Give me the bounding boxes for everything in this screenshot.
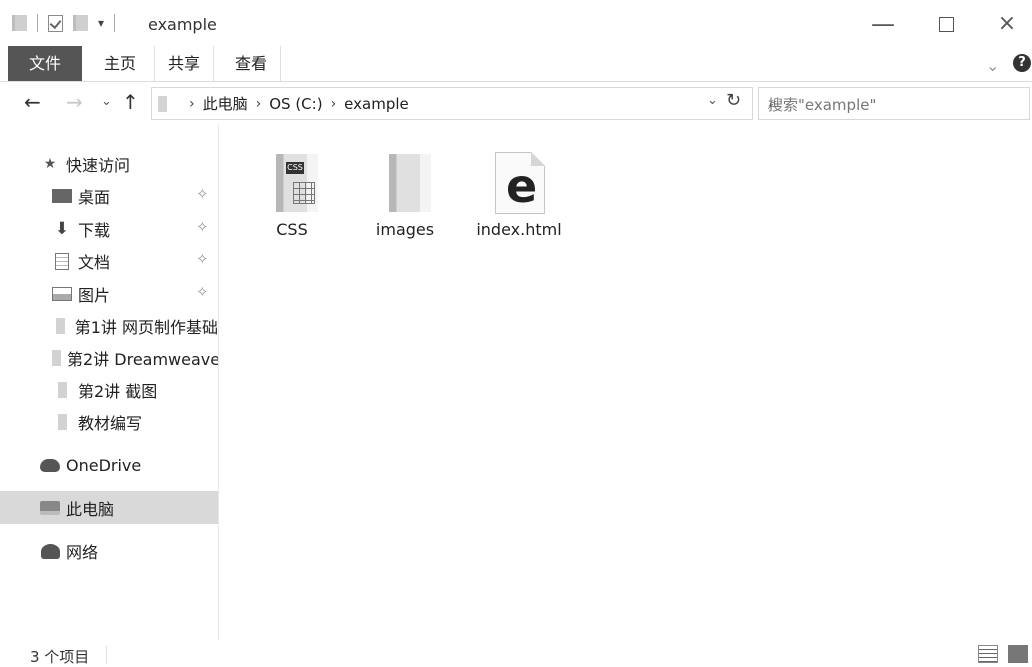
sidebar-item-label: 第2讲 截图	[78, 382, 158, 401]
file-list: CSS CSS images e index.html	[219, 124, 1032, 640]
forward-button[interactable]: →	[66, 90, 83, 114]
file-name: images	[375, 220, 435, 239]
search-input[interactable]: 搜索"example" ⌕	[758, 87, 1030, 120]
computer-icon	[40, 500, 60, 515]
search-placeholder: 搜索"example"	[768, 96, 877, 114]
sidebar-item-onedrive[interactable]: OneDrive	[0, 451, 218, 479]
sidebar-item-label: 下载	[78, 221, 111, 240]
sidebar-item-network[interactable]: 网络	[0, 537, 218, 565]
sidebar-item-lesson-1[interactable]: 第1讲 网页制作基础	[0, 312, 218, 340]
breadcrumb-separator: ›	[330, 95, 337, 112]
folder-icon	[158, 95, 167, 112]
tab-share[interactable]: 共享	[154, 46, 215, 81]
document-icon	[52, 252, 72, 270]
up-button[interactable]: ↑	[122, 90, 139, 114]
breadcrumb-separator: ›	[189, 95, 195, 112]
sidebar-item-documents[interactable]: 文档 ✧	[0, 247, 218, 275]
sidebar-item-label: OneDrive	[66, 455, 142, 475]
file-item-index-html[interactable]: e index.html	[469, 132, 569, 239]
navigation-pane: ★ 快速访问 桌面 ✧ ⬇ 下载 ✧ 文档 ✧ 图片 ✧ 第1讲 网页制作基础 …	[0, 124, 219, 640]
grid-icon	[293, 182, 315, 204]
folder-icon	[52, 318, 69, 334]
file-item-images-folder[interactable]: images	[355, 132, 455, 239]
desktop-icon	[52, 189, 72, 203]
folder-icon	[52, 382, 72, 398]
sidebar-item-desktop[interactable]: 桌面 ✧	[0, 182, 218, 210]
sidebar-item-label: 第1讲 网页制作基础	[74, 318, 218, 337]
edge-icon: e	[506, 159, 538, 213]
pin-icon[interactable]: ✧	[196, 283, 209, 301]
window-title: example	[148, 15, 217, 34]
sidebar-item-label: 此电脑	[66, 499, 115, 519]
customize-toolbar-icon[interactable]: ▾	[98, 16, 104, 30]
file-name: CSS	[276, 220, 308, 239]
folder-icon	[52, 350, 61, 366]
folder-icon[interactable]	[12, 15, 27, 31]
address-dropdown-icon[interactable]: ⌄	[707, 93, 718, 108]
tab-view[interactable]: 查看	[222, 46, 282, 81]
maximize-button[interactable]	[929, 12, 963, 36]
sidebar-item-label: 桌面	[78, 188, 111, 207]
quick-access-toolbar: ▾	[12, 14, 116, 32]
toolbar-divider	[37, 14, 38, 32]
html-file-icon: e	[495, 152, 545, 214]
sidebar-item-textbook-writing[interactable]: 教材编写	[0, 408, 218, 436]
details-view-icon[interactable]	[978, 645, 998, 663]
sidebar-item-label: 快速访问	[66, 156, 131, 175]
sidebar-item-downloads[interactable]: ⬇ 下载 ✧	[0, 215, 218, 243]
navigation-bar: ← → ⌄ ↑ › 此电脑 › OS (C:) › example ⌄ ↻ 搜索…	[0, 82, 1032, 124]
sidebar-item-label: 文档	[78, 253, 111, 272]
breadcrumb-example[interactable]: example	[344, 95, 409, 113]
minimize-button[interactable]: —	[866, 12, 900, 36]
folder-icon	[389, 154, 431, 212]
search-icon[interactable]: ⌕	[768, 94, 777, 114]
sidebar-item-label: 第2讲 Dreamweaver	[67, 350, 218, 369]
new-folder-icon[interactable]	[73, 15, 88, 31]
expand-ribbon-icon[interactable]: ⌄	[986, 56, 999, 75]
refresh-icon[interactable]: ↻	[726, 90, 741, 111]
ribbon-tabs: 文件 主页 共享 查看 ⌄ ?	[0, 46, 1032, 82]
recent-locations-button[interactable]: ⌄	[101, 94, 112, 109]
sidebar-item-label: 图片	[78, 286, 111, 305]
sidebar-item-pictures[interactable]: 图片 ✧	[0, 280, 218, 308]
sidebar-item-lesson-2-dreamweaver[interactable]: 第2讲 Dreamweaver	[0, 344, 218, 372]
sidebar-item-this-pc[interactable]: 此电脑	[0, 491, 218, 524]
toolbar-divider	[114, 14, 116, 32]
properties-icon[interactable]	[48, 14, 63, 32]
back-button[interactable]: ←	[24, 90, 41, 114]
picture-icon	[52, 287, 72, 301]
breadcrumb-this-pc[interactable]: 此电脑	[203, 93, 248, 114]
breadcrumb-c-drive[interactable]: OS (C:)	[269, 95, 322, 113]
item-count: 3 个项目	[30, 648, 90, 666]
cloud-icon	[40, 458, 60, 472]
status-bar: 3 个项目	[0, 640, 1032, 667]
sidebar-item-lesson-2-screenshots[interactable]: 第2讲 截图	[0, 376, 218, 404]
tab-home[interactable]: 主页	[91, 46, 149, 81]
pin-icon[interactable]: ✧	[196, 250, 209, 268]
pin-icon[interactable]: ✧	[196, 218, 209, 236]
css-badge-icon: CSS	[286, 162, 304, 174]
sidebar-item-label: 网络	[66, 543, 99, 562]
close-button[interactable]: ×	[990, 12, 1024, 36]
folder-icon	[52, 414, 72, 430]
sidebar-item-label: 教材编写	[78, 414, 143, 433]
tab-file[interactable]: 文件	[8, 46, 82, 81]
file-name: index.html	[476, 220, 562, 239]
help-icon[interactable]: ?	[1013, 54, 1031, 72]
network-icon	[40, 543, 60, 559]
address-bar[interactable]: › 此电脑 › OS (C:) › example ⌄ ↻	[151, 87, 753, 120]
pin-icon[interactable]: ✧	[196, 185, 209, 203]
file-item-css-folder[interactable]: CSS CSS	[242, 132, 342, 239]
title-bar: ▾ example — ×	[0, 0, 1032, 46]
breadcrumb-separator: ›	[255, 95, 262, 112]
sidebar-item-quick-access[interactable]: ★ 快速访问	[40, 150, 210, 178]
star-icon: ★	[43, 156, 57, 172]
maximize-icon	[938, 17, 954, 32]
download-icon: ⬇	[54, 219, 70, 239]
status-divider	[106, 646, 107, 664]
large-icons-view-icon[interactable]	[1008, 645, 1028, 663]
